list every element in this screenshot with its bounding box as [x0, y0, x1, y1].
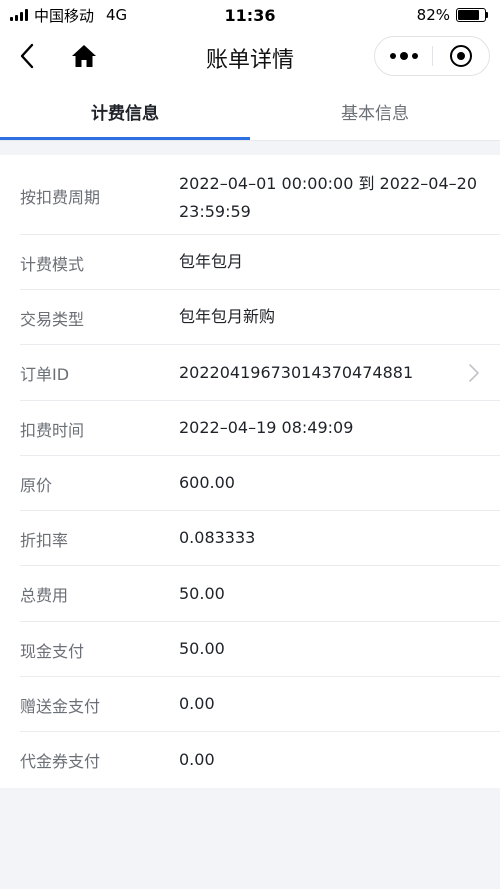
detail-value: 50.00 [179, 639, 225, 658]
tab-billing-info[interactable]: 计费信息 [0, 82, 250, 140]
detail-label: 按扣费周期 [20, 188, 101, 207]
tab-bar-border [0, 140, 500, 141]
back-button[interactable] [14, 42, 40, 70]
detail-value: 0.00 [179, 750, 215, 769]
detail-label: 计费模式 [20, 255, 85, 274]
detail-row-deduction-time: 扣费时间 2022–04–19 08:49:09 [0, 401, 500, 456]
tab-label: 基本信息 [341, 103, 409, 124]
detail-label: 扣费时间 [20, 421, 85, 440]
navigation-bar: 账单详情 [0, 30, 500, 82]
detail-row-gift-payment: 赠送金支付 0.00 [0, 677, 500, 732]
detail-value: 0.083333 [179, 528, 256, 547]
tab-bar: 计费信息 基本信息 [0, 82, 500, 140]
detail-label: 赠送金支付 [20, 697, 101, 716]
detail-row-original-price: 原价 600.00 [0, 456, 500, 511]
detail-value: 2022–04–01 00:00:00 到 2022–04–20 23:59:5… [179, 174, 477, 221]
detail-label: 代金券支付 [20, 752, 101, 771]
chevron-right-icon [469, 364, 479, 382]
carrier-name: 中国移动 [34, 6, 95, 25]
detail-value: 600.00 [179, 473, 235, 492]
detail-row-deduction-period: 按扣费周期 2022–04–01 00:00:00 到 2022–04–20 2… [0, 155, 500, 235]
status-bar: 中国移动 4G 11:36 82% [0, 0, 500, 30]
detail-label: 折扣率 [20, 531, 69, 550]
detail-value: 包年包月 [179, 252, 244, 271]
detail-label: 交易类型 [20, 310, 85, 329]
detail-label: 总费用 [20, 586, 69, 605]
detail-row-discount-rate: 折扣率 0.083333 [0, 511, 500, 566]
battery-percent: 82% [416, 6, 450, 24]
detail-value: 0.00 [179, 694, 215, 713]
detail-row-cash-payment: 现金支付 50.00 [0, 622, 500, 677]
detail-value: 包年包月新购 [179, 307, 276, 326]
tab-label: 计费信息 [91, 103, 159, 124]
close-mini-program-button[interactable] [433, 36, 489, 76]
detail-row-billing-mode: 计费模式 包年包月 [0, 235, 500, 290]
billing-details-card: 按扣费周期 2022–04–01 00:00:00 到 2022–04–20 2… [0, 155, 500, 788]
signal-icon [10, 9, 28, 21]
tab-basic-info[interactable]: 基本信息 [250, 82, 500, 140]
detail-row-transaction-type: 交易类型 包年包月新购 [0, 290, 500, 345]
home-icon [72, 45, 96, 67]
detail-label: 现金支付 [20, 642, 85, 661]
detail-value: 20220419673014370474881 [179, 363, 414, 382]
mini-program-capsule [374, 36, 490, 76]
status-left: 中国移动 4G [10, 5, 127, 26]
battery-fill [458, 10, 480, 20]
status-right: 82% [417, 6, 488, 24]
detail-row-voucher-payment: 代金券支付 0.00 [0, 732, 500, 788]
chevron-left-icon [20, 43, 34, 69]
detail-value: 50.00 [179, 584, 225, 603]
target-ring-icon [449, 45, 472, 67]
more-dots-icon [389, 53, 396, 59]
detail-value: 2022–04–19 08:49:09 [179, 418, 354, 437]
home-button[interactable] [70, 42, 98, 70]
detail-label: 原价 [20, 476, 53, 495]
detail-label: 订单ID [20, 365, 70, 384]
network-type: 4G [106, 6, 128, 24]
battery-icon [456, 8, 488, 22]
more-button[interactable] [375, 36, 432, 76]
detail-row-total-cost: 总费用 50.00 [0, 566, 500, 622]
detail-row-order-id[interactable]: 订单ID 20220419673014370474881 [0, 345, 500, 401]
